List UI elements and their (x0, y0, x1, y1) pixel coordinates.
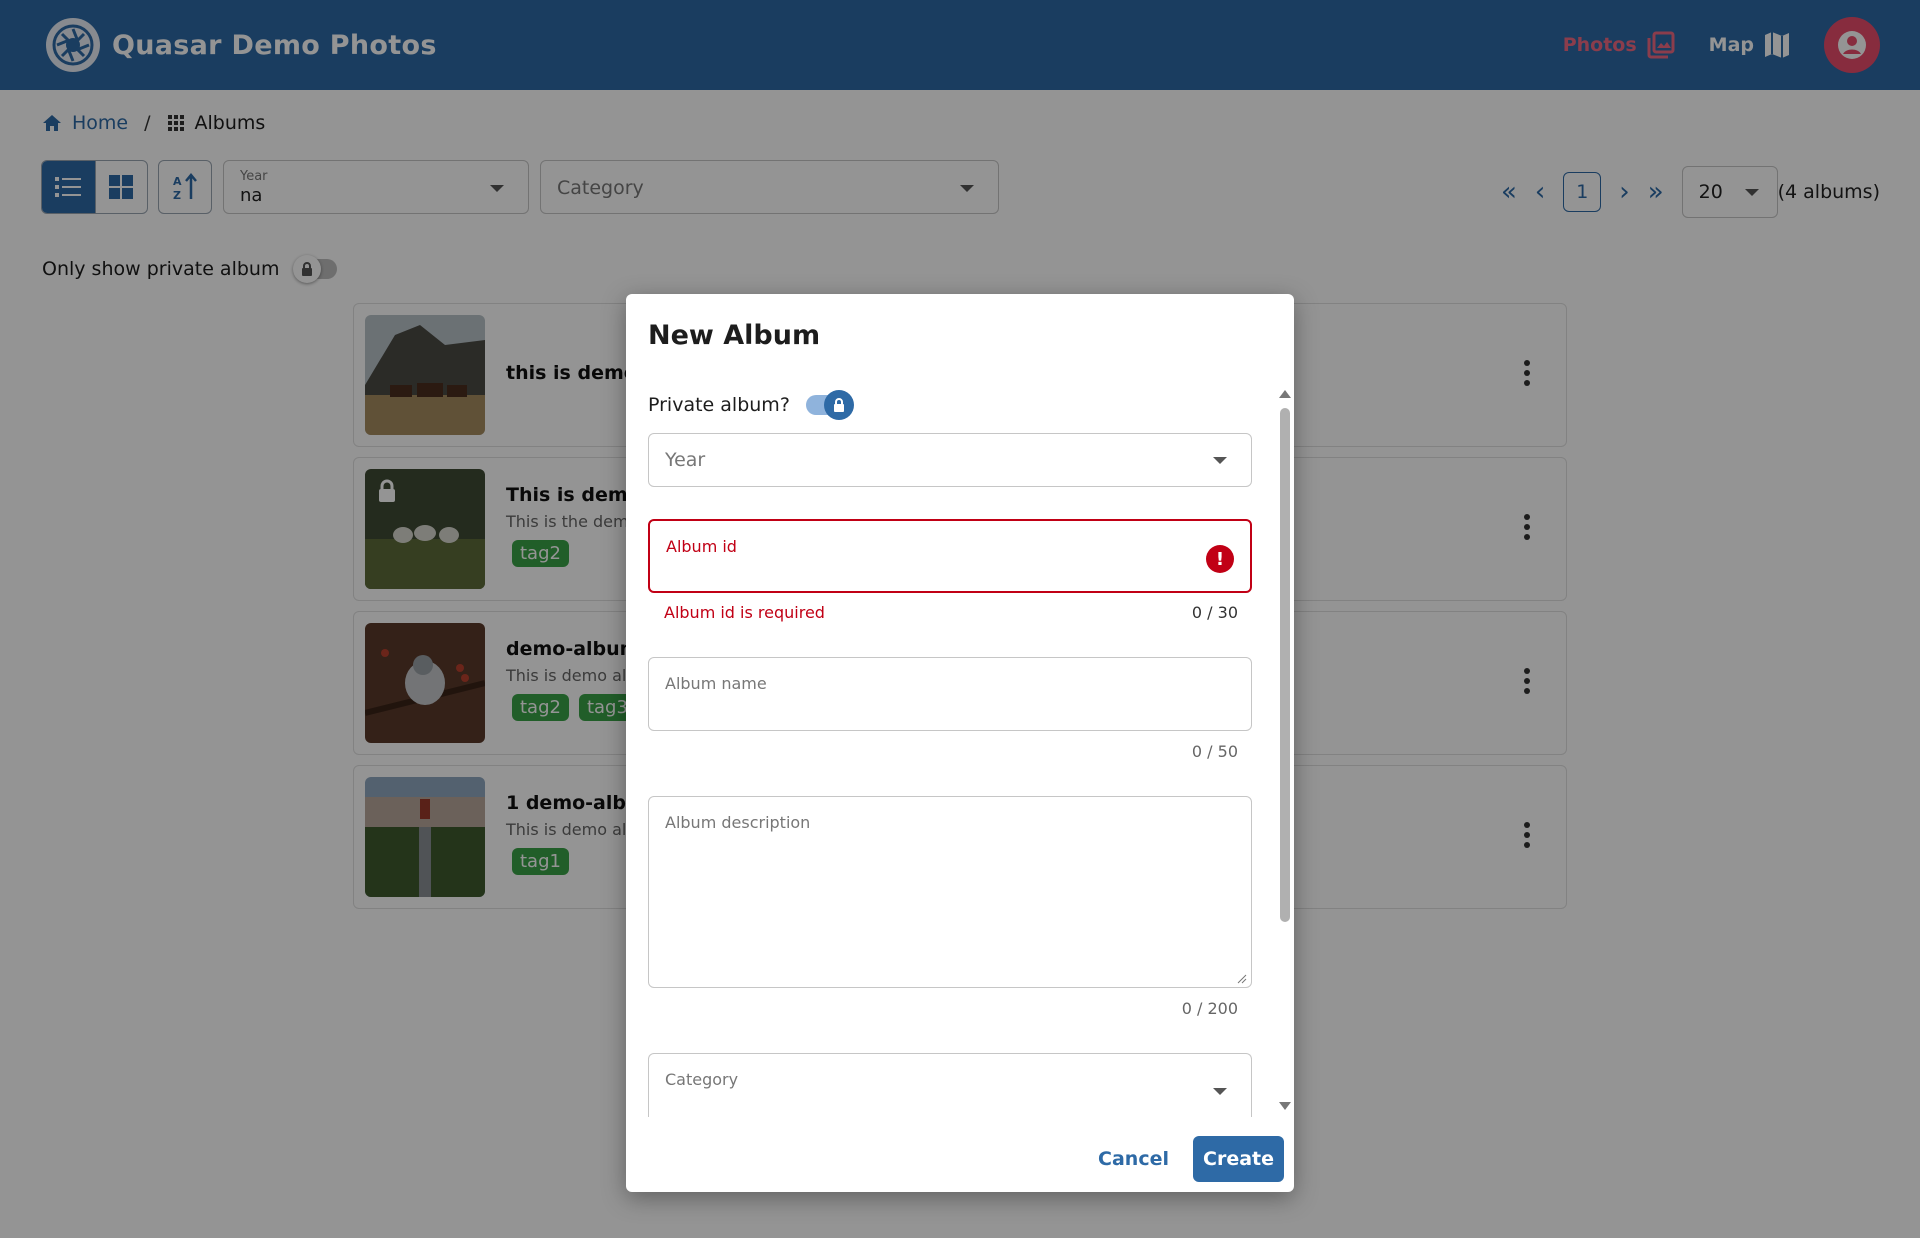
dropdown-arrow-icon (1213, 457, 1227, 464)
scrollbar-thumb[interactable] (1280, 408, 1290, 922)
scroll-up-icon[interactable] (1279, 390, 1291, 398)
album-description-field[interactable]: Album description (648, 796, 1252, 988)
album-id-error: Album id is required (664, 603, 825, 622)
cancel-button[interactable]: Cancel (1094, 1138, 1173, 1180)
private-album-toggle[interactable] (805, 390, 854, 420)
create-button[interactable]: Create (1193, 1136, 1284, 1182)
year-field-label: Year (665, 449, 706, 471)
private-album-row: Private album? (648, 390, 854, 420)
album-id-counter: 0 / 30 (1191, 603, 1238, 622)
category-field[interactable]: Category (648, 1053, 1252, 1117)
private-album-label: Private album? (648, 394, 790, 416)
error-icon: ! (1206, 545, 1234, 573)
lock-icon (823, 390, 854, 420)
year-field[interactable]: Year (648, 433, 1252, 487)
album-description-counter: 0 / 200 (1181, 999, 1238, 1018)
album-name-field[interactable]: Album name (648, 657, 1252, 731)
dialog-scrollbar[interactable] (1277, 390, 1291, 1110)
album-id-label: Album id (666, 537, 737, 556)
new-album-dialog: New Album Private album? Year Album id !… (626, 294, 1294, 1192)
album-name-label: Album name (665, 674, 767, 693)
category-field-label: Category (665, 1070, 739, 1089)
album-name-counter: 0 / 50 (1191, 742, 1238, 761)
scroll-down-icon[interactable] (1279, 1102, 1291, 1110)
album-description-label: Album description (665, 813, 811, 832)
dialog-actions: Cancel Create (1094, 1136, 1284, 1182)
dropdown-arrow-icon (1213, 1088, 1227, 1095)
resize-handle-icon[interactable] (1237, 974, 1247, 984)
dialog-title: New Album (648, 320, 821, 351)
album-id-field[interactable]: Album id ! (648, 519, 1252, 593)
